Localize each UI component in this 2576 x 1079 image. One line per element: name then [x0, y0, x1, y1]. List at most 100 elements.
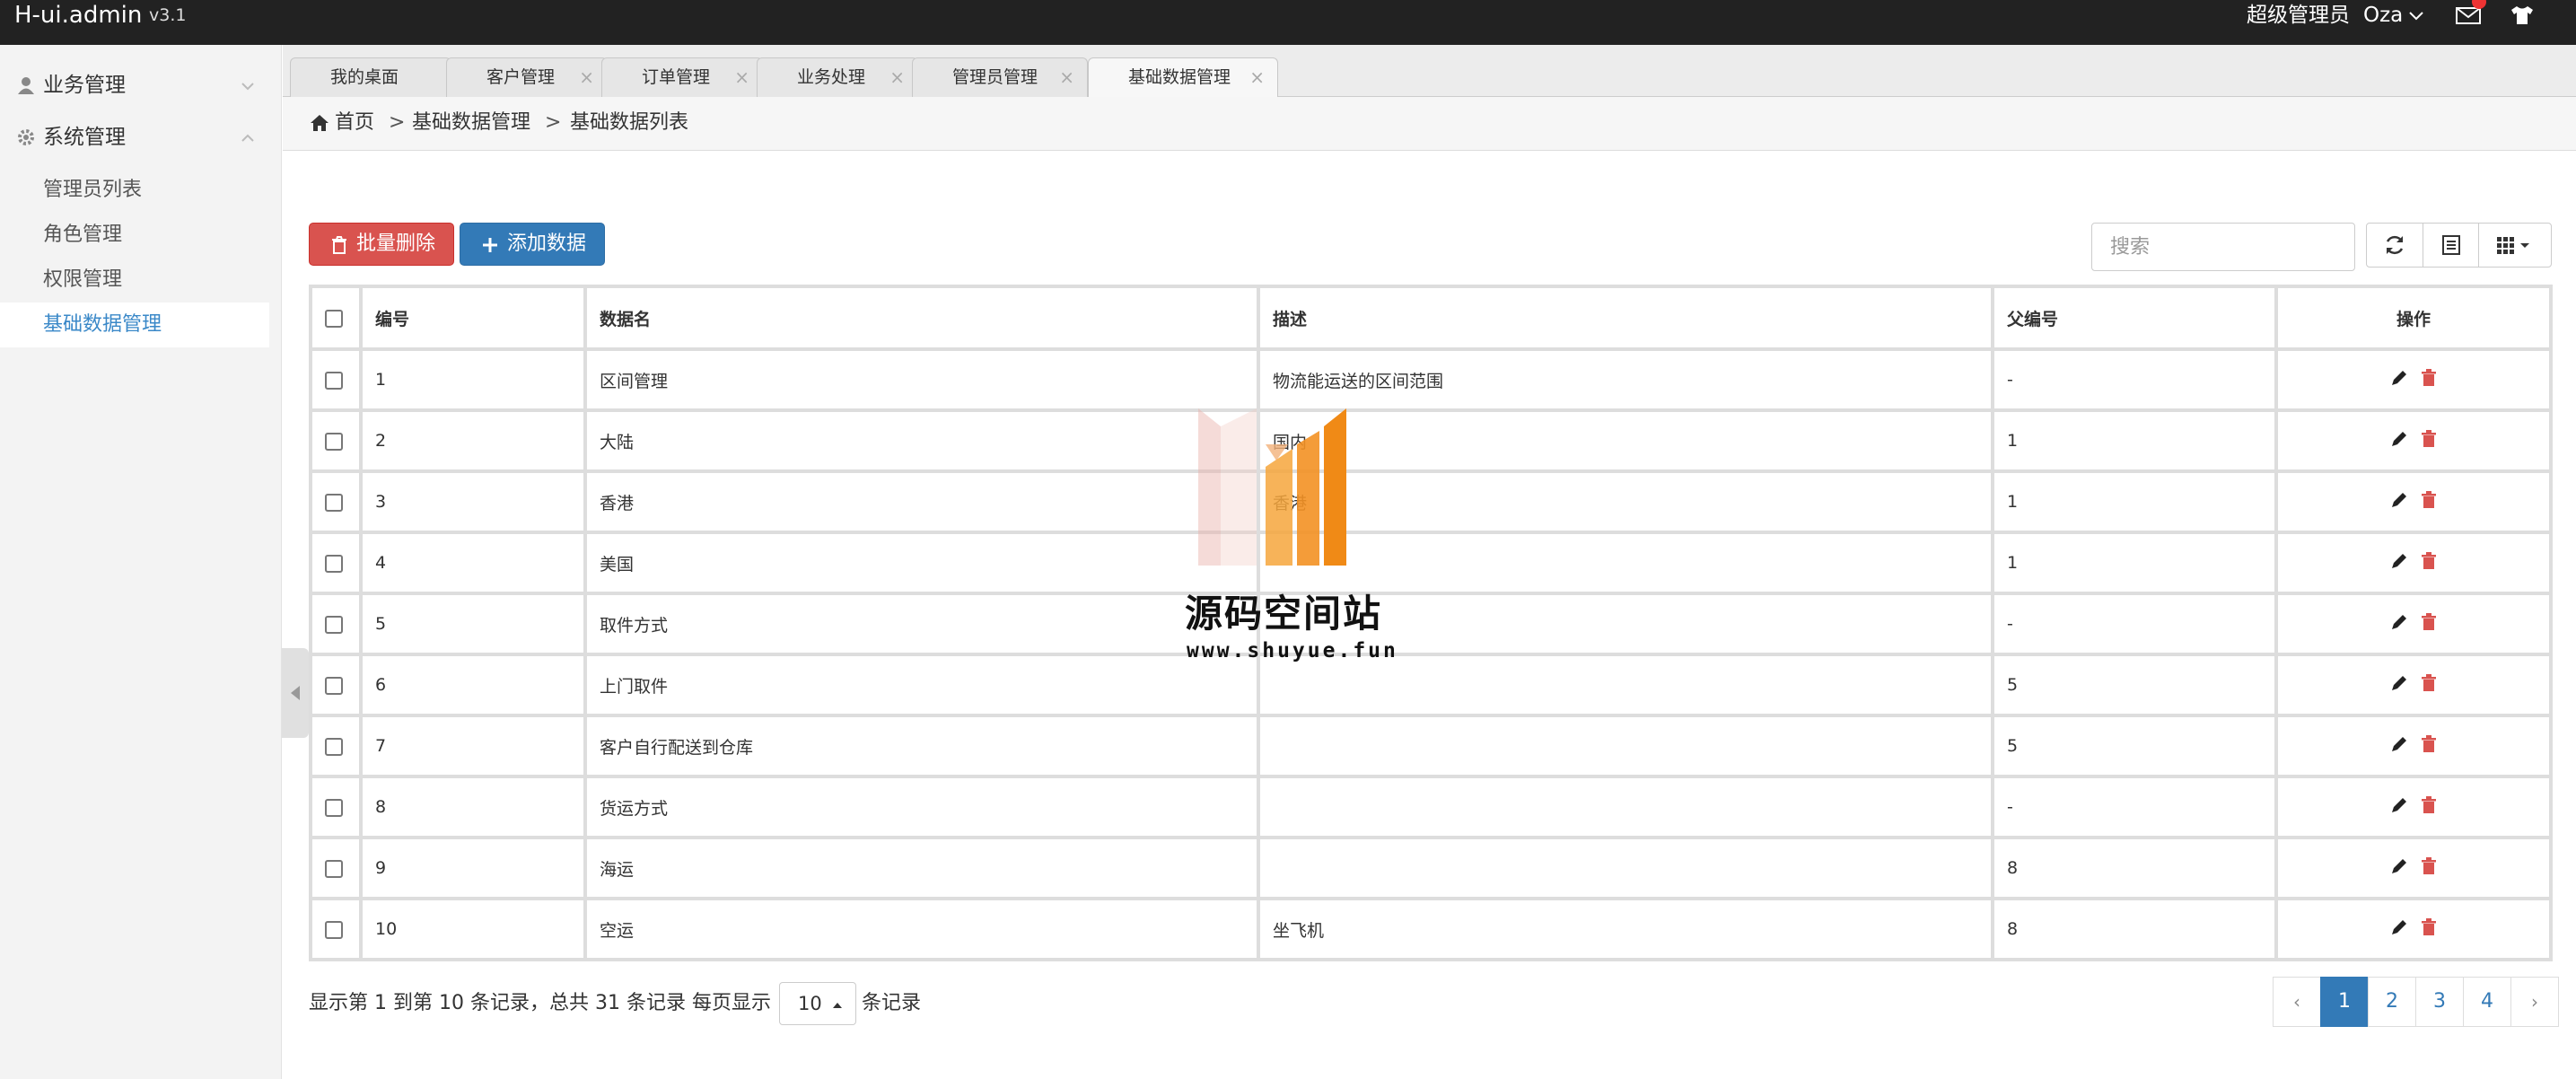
page-next-button[interactable]: › [2510, 977, 2559, 1027]
cell-name: 上门取件 [583, 653, 1260, 717]
delete-icon[interactable] [2421, 734, 2437, 753]
batch-delete-button[interactable]: 批量删除 [309, 223, 454, 266]
breadcrumb-level1[interactable]: 基础数据管理 [412, 97, 530, 149]
cell-ops [2274, 592, 2553, 656]
chevron-up-icon [241, 134, 254, 142]
row-checkbox[interactable] [325, 859, 343, 878]
cell-parent: 1 [1991, 408, 2278, 473]
cell-ops [2274, 347, 2553, 412]
edit-icon[interactable] [2390, 491, 2408, 509]
edit-icon[interactable] [2390, 735, 2408, 753]
page-size-value: 10 [798, 993, 822, 1014]
toggle-view-button[interactable] [2423, 223, 2479, 268]
watermark-url: www.shuyue.fun [1187, 639, 1398, 662]
columns-dropdown-button[interactable] [2478, 223, 2552, 268]
refresh-button[interactable] [2366, 223, 2423, 268]
row-checkbox[interactable] [325, 371, 343, 390]
delete-icon[interactable] [2421, 551, 2437, 570]
close-icon[interactable]: × [734, 58, 749, 96]
user-menu[interactable]: Oza [2363, 0, 2403, 31]
tab-customers[interactable]: 客户管理 × [446, 57, 608, 97]
add-data-button[interactable]: 添加数据 [460, 223, 605, 266]
pagination: ‹ 1 2 3 4 › [2273, 977, 2559, 1027]
chevron-down-icon[interactable] [2406, 5, 2426, 25]
row-checkbox[interactable] [325, 554, 343, 573]
edit-icon[interactable] [2390, 369, 2408, 387]
delete-icon[interactable] [2421, 490, 2437, 509]
breadcrumb-separator: > [389, 111, 406, 134]
column-header-desc[interactable]: 描述 [1257, 285, 1994, 351]
row-checkbox[interactable] [325, 676, 343, 695]
edit-icon[interactable] [2390, 796, 2408, 814]
close-icon[interactable]: × [579, 58, 594, 96]
page-button-2[interactable]: 2 [2368, 977, 2416, 1027]
cell-name: 客户自行配送到仓库 [583, 714, 1260, 778]
batch-delete-label: 批量删除 [356, 232, 436, 255]
table-row: 10 空运 坐飞机 8 [309, 897, 2553, 961]
delete-icon[interactable] [2421, 673, 2437, 692]
row-checkbox[interactable] [325, 920, 343, 939]
cell-desc [1257, 836, 1994, 900]
sidebar-item-permissions[interactable]: 权限管理 [0, 258, 269, 303]
cell-name: 香港 [583, 469, 1260, 534]
edit-icon[interactable] [2390, 430, 2408, 448]
close-icon[interactable]: × [1249, 58, 1265, 96]
sidebar-item-admin-list[interactable]: 管理员列表 [0, 168, 269, 213]
select-all-checkbox[interactable] [325, 309, 343, 328]
cell-parent: 1 [1991, 469, 2278, 534]
tab-base-data[interactable]: 基础数据管理 × [1088, 57, 1278, 98]
delete-icon[interactable] [2421, 856, 2437, 875]
delete-icon[interactable] [2421, 612, 2437, 631]
close-icon[interactable]: × [1059, 58, 1074, 96]
sidebar-group-business[interactable]: 业务管理 [0, 59, 282, 111]
edit-icon[interactable] [2390, 613, 2408, 631]
cell-id: 2 [359, 408, 587, 473]
row-checkbox[interactable] [325, 737, 343, 756]
skin-switch-icon[interactable] [2509, 4, 2536, 26]
sidebar-collapse-toggle[interactable] [282, 648, 309, 738]
cell-ops [2274, 714, 2553, 778]
row-checkbox[interactable] [325, 798, 343, 817]
edit-icon[interactable] [2390, 674, 2408, 692]
search-input[interactable] [2091, 223, 2355, 271]
cell-id: 3 [359, 469, 587, 534]
delete-icon[interactable] [2421, 795, 2437, 814]
edit-icon[interactable] [2390, 857, 2408, 875]
page-button-3[interactable]: 3 [2415, 977, 2464, 1027]
sidebar-item-base-data[interactable]: 基础数据管理 [0, 303, 269, 347]
column-header-parent[interactable]: 父编号 [1991, 285, 2278, 351]
row-checkbox[interactable] [325, 493, 343, 512]
row-checkbox[interactable] [325, 615, 343, 634]
cell-parent: - [1991, 347, 2278, 412]
cell-ops [2274, 653, 2553, 717]
tab-admins[interactable]: 管理员管理 × [912, 57, 1088, 97]
row-checkbox[interactable] [325, 432, 343, 451]
tab-orders[interactable]: 订单管理 × [601, 57, 763, 97]
delete-icon[interactable] [2421, 917, 2437, 936]
app-logo[interactable]: H-ui.admin [14, 0, 142, 31]
tab-business[interactable]: 业务处理 × [757, 57, 918, 97]
cell-ops [2274, 469, 2553, 534]
delete-icon[interactable] [2421, 429, 2437, 448]
table-row: 1 区间管理 物流能运送的区间范围 - [309, 347, 2553, 412]
column-header-id[interactable]: 编号 [359, 285, 587, 351]
page-button-4[interactable]: 4 [2463, 977, 2511, 1027]
tab-desktop[interactable]: 我的桌面 [290, 57, 451, 97]
page-button-1[interactable]: 1 [2320, 977, 2369, 1027]
table-row: 5 取件方式 - [309, 592, 2553, 656]
edit-icon[interactable] [2390, 918, 2408, 936]
sidebar-group-system[interactable]: 系统管理 [0, 111, 282, 163]
sidebar-item-roles[interactable]: 角色管理 [0, 213, 269, 258]
column-header-name[interactable]: 数据名 [583, 285, 1260, 351]
breadcrumb-home[interactable]: 首页 [335, 97, 374, 149]
close-icon[interactable]: × [889, 58, 905, 96]
gear-icon [18, 129, 34, 145]
table-row: 3香港香港1 [309, 469, 2553, 534]
row-select-cell [309, 531, 363, 595]
edit-icon[interactable] [2390, 552, 2408, 570]
page-prev-button[interactable]: ‹ [2273, 977, 2321, 1027]
page-size-select[interactable]: 10 [779, 982, 856, 1025]
caret-left-icon [291, 686, 300, 700]
delete-icon[interactable] [2421, 368, 2437, 387]
row-select-cell [309, 836, 363, 900]
